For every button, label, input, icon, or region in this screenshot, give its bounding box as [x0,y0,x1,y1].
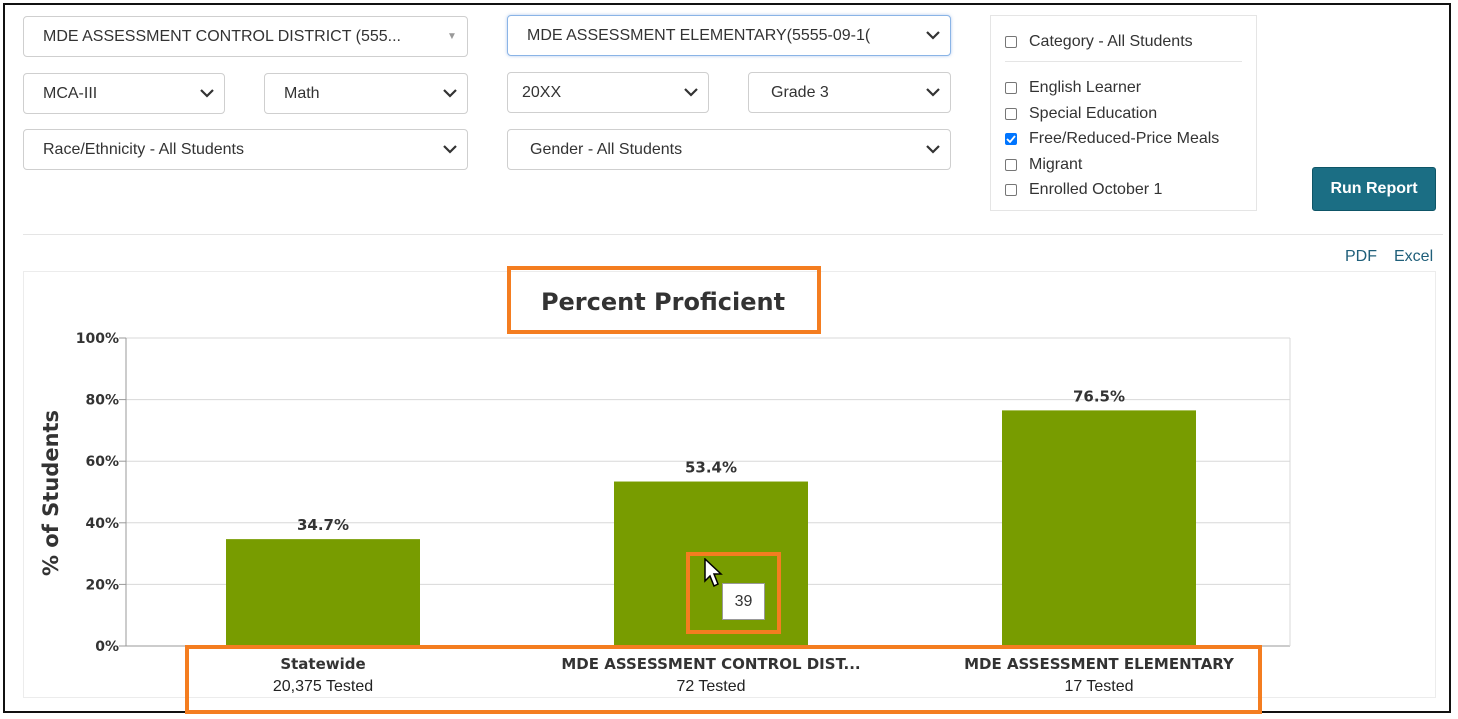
y-tick-label: 40% [85,516,119,532]
y-axis-title: % of Students [39,410,63,576]
y-tick-label: 60% [85,454,119,470]
bar-value-label: 76.5% [1073,387,1125,405]
y-tick-label: 20% [85,577,119,593]
y-tick-label: 100% [76,331,119,347]
highlight-title [507,266,821,334]
y-tick-label: 0% [95,639,119,655]
y-axis-ticks: 0% 20% 40% 60% 80% 100% [76,331,119,655]
highlight-categories [185,645,1262,714]
bar[interactable] [1002,410,1196,646]
bar-value-label: 53.4% [685,459,737,477]
bar[interactable] [226,539,420,646]
bar-value-label: 34.7% [297,516,349,534]
y-tick-label: 80% [85,393,119,409]
highlight-tooltip [686,552,781,634]
